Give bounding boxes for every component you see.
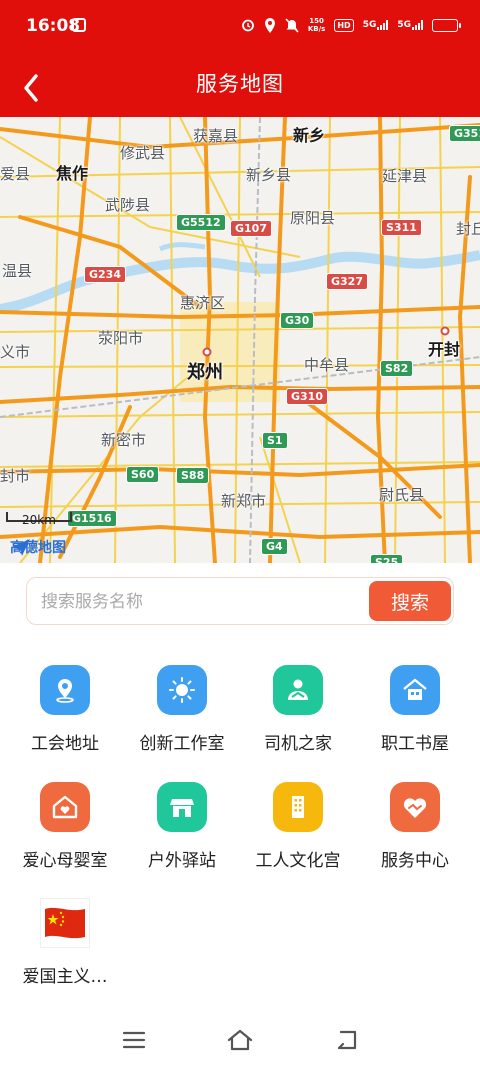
road-shield-g327: G327	[326, 273, 368, 290]
network-speed: 150 KB/s	[307, 17, 326, 33]
search-button[interactable]: 搜索	[369, 581, 451, 621]
handshake-heart-icon	[390, 782, 440, 832]
road-shield-s60: S60	[126, 466, 160, 483]
back-icon	[337, 1030, 357, 1050]
heart-house-icon	[40, 782, 90, 832]
map-label-huiji: 惠济区	[180, 294, 226, 312]
road-shield-g310: G310	[286, 388, 328, 405]
service-label: 爱心母婴室	[22, 851, 108, 871]
service-label: 创新工作室	[139, 734, 225, 754]
app-notification-icon	[72, 18, 86, 32]
location-icon	[264, 17, 275, 33]
service-map[interactable]: 获嘉县 新乡 修武县 焦作 爱县 新乡县 延津县 武陟县 原阳县 封丘 温县 惠…	[0, 117, 480, 563]
menu-icon	[122, 1031, 146, 1049]
road-shield-g107: G107	[230, 220, 272, 237]
service-label: 户外驿站	[148, 851, 216, 871]
service-label: 职工书屋	[381, 734, 449, 754]
storefront-icon	[157, 782, 207, 832]
map-scale-label: 20km	[22, 513, 56, 527]
service-innovation-studio[interactable]: 创新工作室	[127, 665, 237, 761]
search-bar: 搜索	[26, 577, 454, 625]
map-label-xinzheng: 新郑市	[221, 492, 267, 510]
map-label-wenxian: 温县	[2, 262, 33, 280]
map-label-kaifeng: 开封	[428, 340, 461, 359]
road-shield-g234: G234	[84, 266, 126, 283]
service-label: 司机之家	[264, 734, 332, 754]
search-input[interactable]	[41, 588, 361, 616]
map-label-aixian: 爱县	[0, 165, 31, 183]
hd-badge: HD	[334, 18, 354, 32]
road-shield-g1516: G1516	[67, 510, 117, 527]
sim1-signal: 5G	[363, 20, 389, 30]
map-label-xinxiangxian: 新乡县	[246, 166, 292, 184]
map-label-xingyang: 荥阳市	[98, 329, 144, 347]
road-shield-s88: S88	[176, 467, 210, 484]
road-shield-g4: G4	[261, 538, 288, 555]
service-label: 爱国主义…	[22, 967, 108, 987]
location-pin-icon	[40, 665, 90, 715]
status-icons: 150 KB/s HD 5G 5G	[241, 14, 461, 36]
title-bar: 服务地图	[0, 52, 480, 117]
service-label: 服务中心	[381, 851, 449, 871]
china-flag-icon	[40, 898, 90, 948]
system-nav-bar	[0, 1010, 480, 1067]
building-icon	[273, 782, 323, 832]
alarm-icon	[241, 19, 254, 32]
map-label-xinxiang: 新乡	[293, 126, 326, 145]
road-shield-g30: G30	[280, 312, 315, 329]
service-drivers-home[interactable]: 司机之家	[243, 665, 353, 761]
amap-arrow-icon	[12, 539, 30, 556]
home-icon	[227, 1029, 253, 1051]
lightbulb-sun-icon	[157, 665, 207, 715]
system-back-button[interactable]	[333, 1026, 361, 1054]
road-shield-s1: S1	[262, 432, 288, 449]
map-label-yishi: 义市	[0, 343, 31, 361]
map-label-weishi: 尉氏县	[379, 486, 425, 504]
house-icon	[390, 665, 440, 715]
city-marker-icon	[440, 326, 450, 336]
map-label-fengqiu: 封丘	[456, 220, 480, 238]
map-label-yuanyang: 原阳县	[290, 209, 336, 227]
map-label-xiuwu: 修武县	[120, 144, 166, 162]
road-shield-s311: S311	[381, 219, 422, 236]
service-service-center[interactable]: 服务中心	[360, 782, 470, 878]
service-staff-bookhouse[interactable]: 职工书屋	[360, 665, 470, 761]
status-bar: 16:08 150 KB/s HD 5G 5G	[0, 0, 480, 52]
home-button[interactable]	[226, 1026, 254, 1054]
menu-button[interactable]	[120, 1026, 148, 1054]
road-shield-g351: G351	[449, 125, 480, 142]
map-label-jiaozuo: 焦作	[56, 164, 89, 183]
map-label-zhengzhou: 郑州	[187, 362, 223, 383]
amap-logo: 高德地图	[10, 537, 66, 557]
map-label-zhongmou: 中牟县	[304, 356, 350, 374]
battery-icon	[432, 18, 461, 32]
city-marker-icon	[202, 347, 212, 357]
mute-icon	[285, 17, 299, 33]
road-shield-g5512: G5512	[176, 214, 226, 231]
service-union-address[interactable]: 工会地址	[10, 665, 120, 761]
service-label: 工人文化宫	[255, 851, 341, 871]
map-label-yanjin: 延津县	[382, 167, 428, 185]
page-title: 服务地图	[196, 72, 284, 96]
sim2-signal: 5G	[397, 20, 423, 30]
service-maternal-room[interactable]: 爱心母婴室	[10, 782, 120, 878]
map-label-xinmi: 新密市	[101, 431, 147, 449]
road-shield-s25: S25	[370, 554, 404, 563]
service-outdoor-station[interactable]: 户外驿站	[127, 782, 237, 878]
road-shield-s82: S82	[380, 360, 414, 377]
service-workers-palace[interactable]: 工人文化宫	[243, 782, 353, 878]
service-label: 工会地址	[31, 734, 99, 754]
map-label-wuzhi: 武陟县	[105, 196, 151, 214]
service-patriotic-education[interactable]: 爱国主义…	[10, 898, 120, 994]
driver-person-icon	[273, 665, 323, 715]
map-label-dengfeng: 封市	[0, 467, 31, 485]
map-label-huojia: 获嘉县	[193, 127, 239, 145]
